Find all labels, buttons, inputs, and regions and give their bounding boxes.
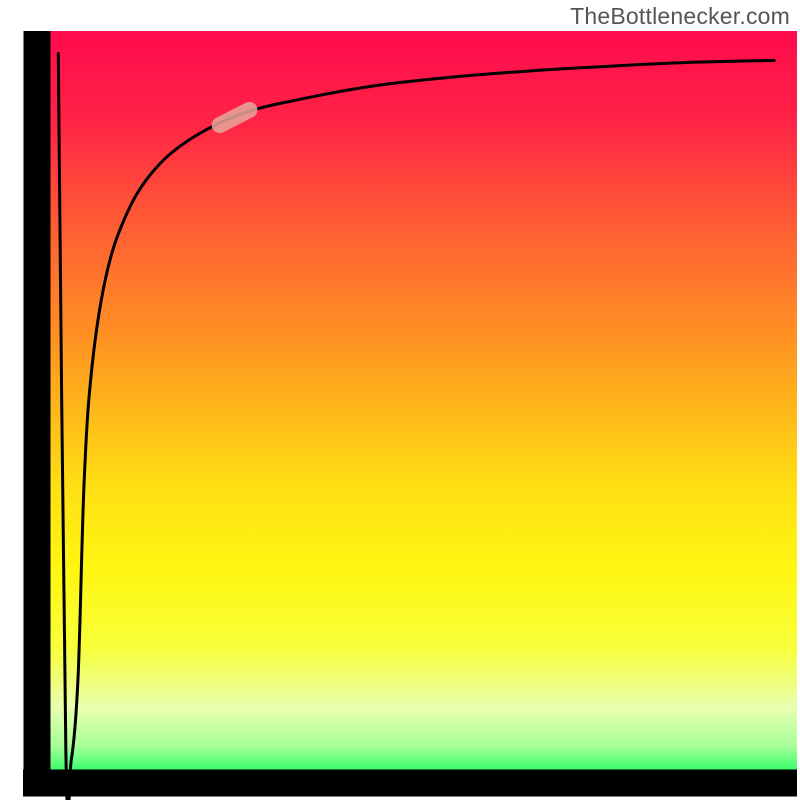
watermark-label: TheBottlenecker.com bbox=[570, 3, 790, 30]
bottleneck-chart bbox=[0, 0, 800, 800]
plot-background bbox=[37, 31, 797, 783]
chart-container: TheBottlenecker.com bbox=[0, 0, 800, 800]
